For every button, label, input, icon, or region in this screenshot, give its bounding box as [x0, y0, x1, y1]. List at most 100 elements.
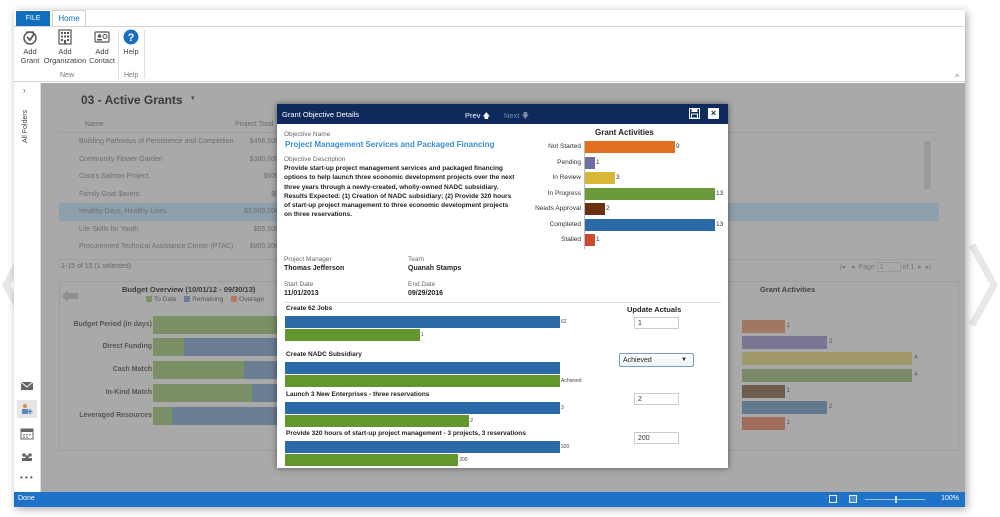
zoom-level[interactable]: 100%	[941, 495, 959, 502]
add-people-button[interactable]	[17, 400, 37, 418]
target-bar	[285, 316, 560, 328]
expand-nav-icon[interactable]: ›	[23, 86, 26, 95]
last-page-icon[interactable]: ▸|	[926, 264, 931, 271]
chart-data-label: 1	[596, 236, 600, 243]
status-select[interactable]: Achieved ▼	[619, 353, 694, 367]
to-date-segment	[153, 316, 281, 334]
legend-remaining: Remaining	[192, 296, 224, 303]
page-input[interactable]: 1	[876, 262, 901, 272]
legend-swatch	[146, 296, 152, 303]
grant-name: Family Goal $avers	[79, 190, 140, 198]
reading-view-icon[interactable]	[829, 495, 837, 503]
chart-bar[interactable]	[585, 156, 595, 169]
column-header-project-total[interactable]: Project Total	[235, 121, 273, 128]
tab-home[interactable]: Home	[52, 10, 86, 26]
add-contact-label-2: Contact	[89, 56, 115, 65]
collapse-ribbon-icon[interactable]: ^	[955, 73, 959, 82]
bg-activity-bar	[742, 320, 785, 333]
project-manager: Thomas Jefferson	[284, 265, 345, 272]
budget-bar[interactable]	[153, 407, 281, 425]
remaining-segment	[183, 338, 281, 356]
project-total: $456,000	[249, 138, 279, 145]
budget-bar[interactable]	[153, 384, 281, 402]
save-icon[interactable]	[689, 108, 700, 119]
start-date-label: Start Date	[284, 281, 314, 288]
chart-bar[interactable]	[585, 203, 605, 215]
objective-name-label: Objective Name	[284, 131, 331, 138]
chart-category-label: In Review	[552, 174, 581, 181]
divider	[284, 302, 721, 303]
all-folders-label[interactable]: All Folders	[22, 110, 29, 143]
first-page-icon[interactable]: |◂	[840, 264, 845, 271]
add-organization-button[interactable]: Add Organization	[42, 29, 88, 65]
add-organization-label-2: Organization	[43, 56, 87, 65]
chart-category-label: Needs Approval	[535, 205, 581, 212]
bg-activity-value: 1	[786, 323, 790, 329]
prev-button[interactable]: Prev 🡅	[465, 110, 490, 123]
page-label: Page	[858, 263, 875, 271]
help-icon: ?	[123, 29, 139, 45]
chart-category-label: Completed	[549, 220, 581, 228]
column-header-name[interactable]: Name	[85, 121, 104, 128]
arrow-up-icon: 🡅	[482, 111, 491, 120]
chart-bar[interactable]	[585, 218, 715, 231]
grant-name: Cora's Salmon Project	[79, 173, 149, 180]
target-bar	[285, 402, 560, 414]
actual-input[interactable]: 2	[634, 393, 679, 405]
actual-input[interactable]: 200	[634, 432, 679, 444]
left-navigation: › All Folders • • •	[14, 83, 41, 492]
next-page-icon[interactable]: ▸	[918, 264, 922, 271]
project-total: $55,500	[253, 225, 279, 233]
chart-bar[interactable]	[585, 234, 595, 246]
add-people-icon	[22, 404, 33, 414]
close-icon[interactable]: ×	[708, 108, 719, 119]
tab-file[interactable]: FILE	[16, 11, 50, 26]
target-label: 62	[561, 319, 567, 325]
start-date: 11/01/2013	[284, 290, 319, 297]
add-grant-button[interactable]: Add Grant	[18, 29, 42, 65]
normal-view-icon[interactable]	[849, 495, 857, 503]
legend-overage: Overage	[239, 296, 265, 303]
target-bar	[285, 362, 560, 374]
prev-label: Prev	[465, 111, 481, 120]
budget-bar[interactable]	[153, 338, 281, 356]
budget-row: Leveraged Resources	[60, 407, 281, 425]
record-count: 1-15 of 15 (1 selected)	[61, 263, 132, 270]
help-button[interactable]: ? Help	[120, 29, 142, 56]
next-label: Next	[504, 111, 520, 120]
chart-bar[interactable]	[585, 187, 715, 200]
budget-row: In-Kind Match	[60, 384, 281, 402]
contacts-icon[interactable]	[20, 451, 34, 463]
project-total: $600	[263, 173, 279, 180]
next-button[interactable]: Next 🡇	[504, 110, 529, 123]
zoom-slider-thumb[interactable]	[895, 496, 897, 503]
bg-activity-bar	[742, 417, 785, 431]
dialog-header: Grant Objective Details Prev 🡅 Next 🡇 ×	[277, 104, 728, 124]
bg-grant-activities-title: Grant Activities	[760, 285, 816, 294]
chart-bar[interactable]	[585, 172, 615, 184]
chart-bar[interactable]	[585, 141, 675, 153]
budget-bar[interactable]	[153, 361, 281, 379]
organization-icon	[58, 29, 72, 45]
more-icon[interactable]: • • •	[20, 473, 33, 482]
budget-title: Budget Overview (10/01/12 - 09/30/13)	[122, 285, 256, 294]
scrollbar-thumb[interactable]	[924, 141, 931, 189]
project-manager-label: Project Manager	[284, 256, 332, 263]
calendar-icon[interactable]	[20, 428, 34, 440]
view-title[interactable]: 03 - Active Grants	[81, 93, 183, 107]
prev-page-icon[interactable]: ◂	[851, 264, 855, 271]
chart-data-label: 9	[676, 143, 680, 150]
chart-category-label: Stalled	[561, 236, 581, 243]
chart-data-label: 1	[596, 158, 600, 166]
group-label-help: Help	[124, 72, 139, 79]
actual-input[interactable]: 1	[634, 317, 679, 329]
grid-scrollbar[interactable]	[924, 133, 931, 253]
legend-swatch	[184, 296, 191, 303]
mail-icon[interactable]	[20, 380, 34, 392]
view-selector-caret-icon[interactable]: ▾	[191, 94, 195, 102]
budget-bar[interactable]	[153, 316, 281, 334]
budget-row-label: Leveraged Resources	[79, 412, 152, 419]
back-arrow-icon[interactable]	[62, 290, 78, 302]
chevron-right-icon[interactable]	[968, 240, 1000, 330]
add-contact-button[interactable]: Add Contact	[88, 29, 116, 65]
